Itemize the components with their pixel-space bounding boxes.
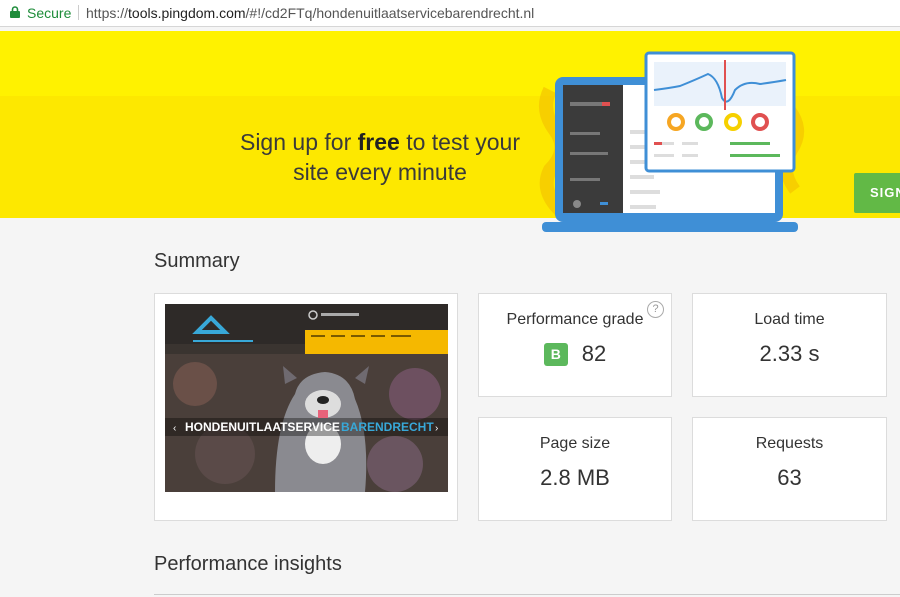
section-divider: [154, 594, 900, 595]
performance-score: 82: [581, 341, 607, 366]
performance-grade-label: Performance grade: [506, 311, 644, 328]
url-text[interactable]: https://tools.pingdom.com/#!/cd2FTq/hond…: [86, 1, 534, 25]
grade-badge: B: [543, 343, 568, 366]
screenshot-site-title: HONDENUITLAATSERVICE: [185, 420, 340, 434]
page-size-card: Page size 2.8 MB: [478, 417, 672, 521]
load-time-label: Load time: [754, 311, 825, 328]
secure-label: Secure: [27, 5, 72, 21]
load-time-value: 2.33 s: [759, 341, 820, 366]
page-size-label: Page size: [539, 435, 611, 452]
lock-icon: [10, 6, 20, 18]
url-scheme: https://: [86, 5, 129, 21]
requests-card: Requests 63: [692, 417, 887, 521]
banner-headline: Sign up for free to test your site every…: [230, 127, 530, 187]
page-size-value: 2.8 MB: [540, 465, 610, 490]
screenshot-site-title-accent: BARENDRECHT: [341, 420, 434, 434]
headline-text-1: Sign up for: [239, 129, 358, 155]
website-screenshot: HONDENUITLAATSERVICE BARENDRECHT ‹ ›: [165, 304, 448, 492]
performance-grade-value: B 82: [479, 341, 671, 367]
requests-label: Requests: [755, 435, 824, 452]
url-host: tools.pingdom.com: [128, 5, 246, 21]
performance-grade-card: ? Performance grade B 82: [478, 293, 672, 397]
svg-text:›: ›: [435, 423, 438, 434]
signup-button[interactable]: SIGN: [854, 173, 900, 213]
laptop-dashboard-illustration: [539, 51, 804, 232]
address-bar[interactable]: Secure https://tools.pingdom.com/#!/cd2F…: [0, 0, 900, 27]
headline-free: free: [357, 129, 400, 155]
summary-heading: Summary: [154, 250, 240, 272]
load-time-card: Load time 2.33 s: [692, 293, 887, 397]
requests-value: 63: [777, 465, 802, 490]
url-path: /#!/cd2FTq/hondenuitlaatservicebarendrec…: [245, 5, 535, 21]
url-divider: [78, 5, 79, 20]
performance-insights-heading: Performance insights: [154, 553, 342, 575]
svg-text:‹: ‹: [173, 423, 176, 434]
screenshot-card: HONDENUITLAATSERVICE BARENDRECHT ‹ ›: [154, 293, 458, 521]
